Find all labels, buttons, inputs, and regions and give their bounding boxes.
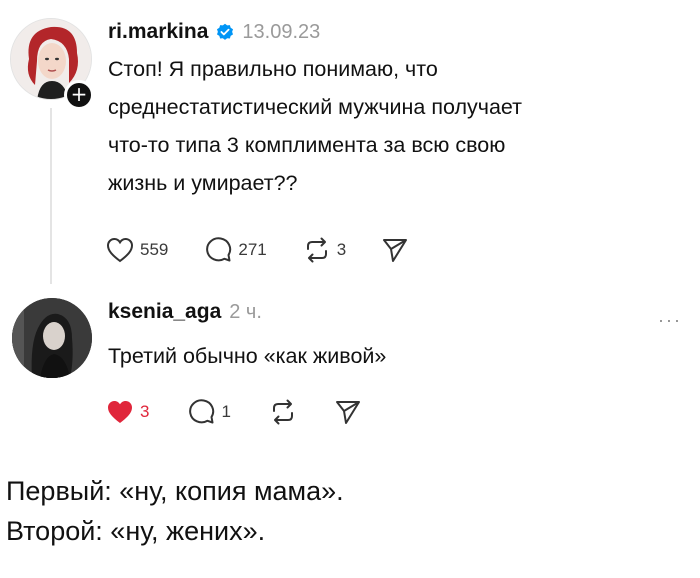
like-button[interactable]: 559 [106,237,168,263]
like-count: 559 [140,239,169,259]
follow-plus-icon[interactable]: + [64,80,94,110]
post-actions: 559 271 3 [106,236,408,263]
thread-line [50,108,52,284]
post-text-line: что-то типа 3 комплимента за всю свою [108,133,506,157]
reply-like-count: 3 [140,401,150,421]
reply-header: ksenia_aga 2 ч. [108,300,262,324]
comment-bubble-icon [206,237,232,262]
reply-text: Третий обычно «как живой» [108,344,387,368]
post-username[interactable]: ri.markina [108,20,208,44]
repost-button[interactable]: 3 [303,237,346,263]
reply-time: 2 ч. [229,300,262,323]
post-text-line: среднестатистический мужчина получает [108,95,523,119]
reply-username[interactable]: ksenia_aga [108,300,221,324]
heart-icon [106,237,134,262]
reply-actions: 3 1 [106,398,361,425]
comment-button[interactable]: 271 [204,236,267,263]
repost-icon [272,399,293,424]
comment-count: 271 [238,239,267,259]
profile-photo-icon [12,298,92,378]
caption-line: Второй: «ну, жених». [6,516,266,546]
caption-line: Первый: «ну, копия мама». [6,476,344,506]
more-options-icon[interactable]: ··· [658,310,682,331]
post-body: Стоп! Я правильно понимаю, что среднеста… [108,50,522,202]
comment-bubble-icon [189,399,215,424]
share-button[interactable] [382,237,408,263]
heart-filled-icon [108,400,132,423]
post-header: ri.markina 13.09.23 [108,20,320,44]
reply-comment-button[interactable]: 1 [187,398,231,425]
repost-icon [306,237,327,262]
reply-repost-button[interactable] [269,399,297,425]
post-text-line: Стоп! Я правильно понимаю, что [108,57,438,81]
reply-like-button[interactable]: 3 [106,399,149,425]
post-text-line: жизнь и умирает?? [108,171,298,195]
send-icon [335,400,360,424]
reply-share-button[interactable] [335,399,361,425]
avatar-ksenia-aga[interactable] [12,298,92,378]
post-date: 13.09.23 [242,20,321,43]
verified-badge-icon [217,23,234,40]
repost-count: 3 [336,239,347,259]
reply-comment-count: 1 [221,401,231,421]
send-icon [383,238,408,262]
